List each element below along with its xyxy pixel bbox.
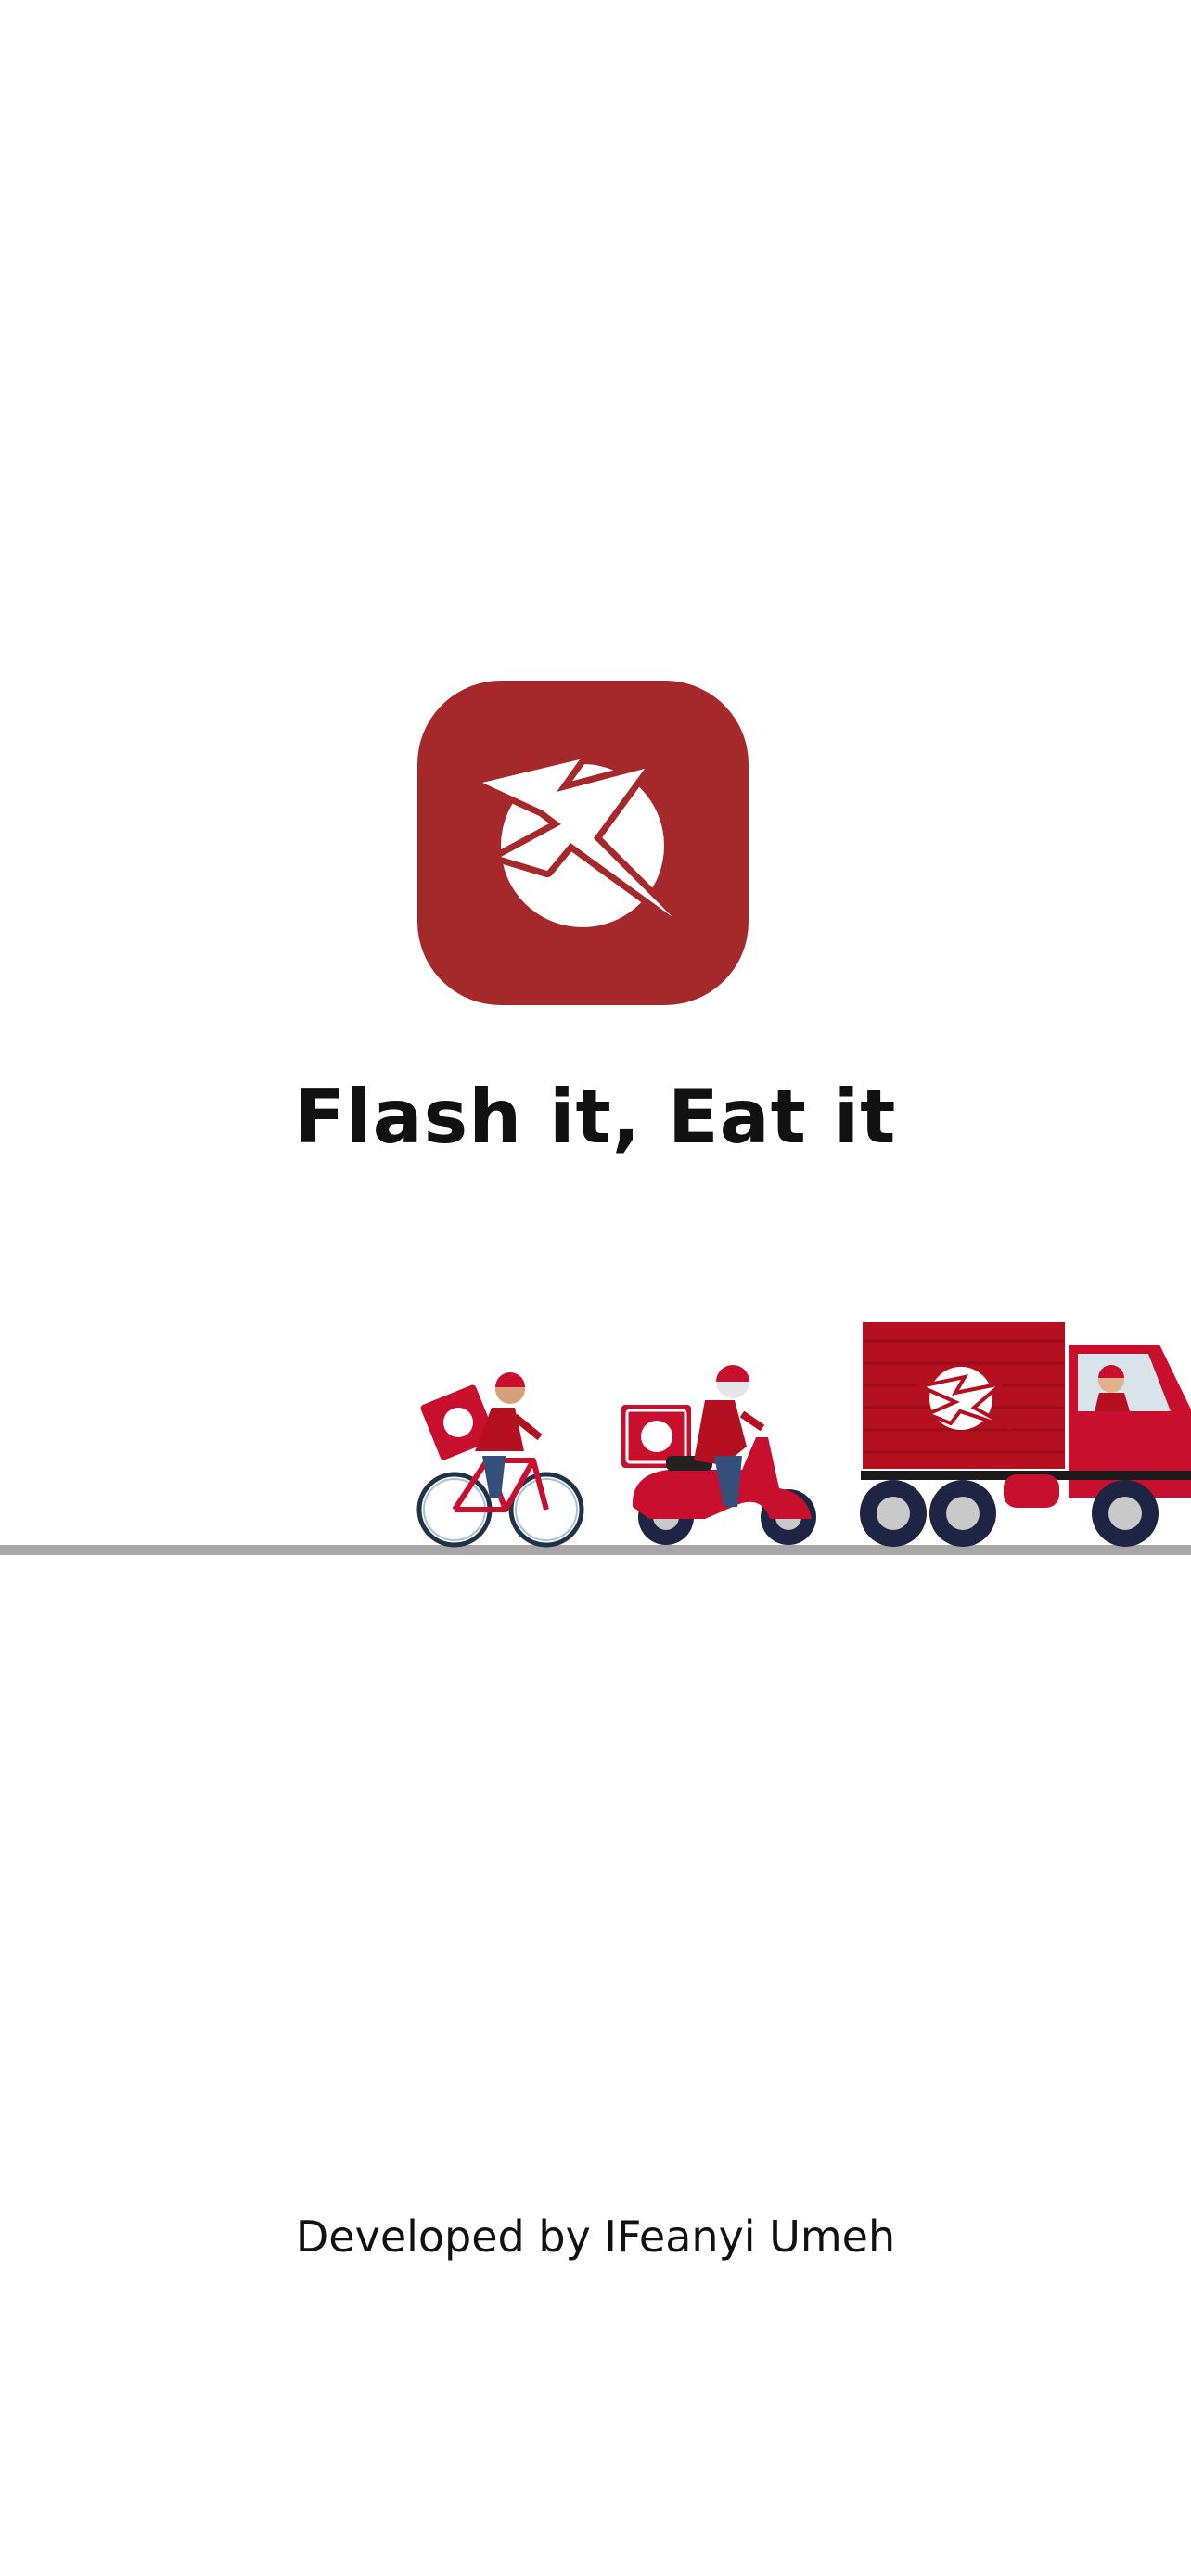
road-line [0, 1545, 1191, 1555]
app-logo [417, 681, 749, 1005]
lightning-bolt-plate-icon [476, 753, 679, 927]
splash-screen: Flash it, Eat it Developed by IFeanyi Um… [0, 0, 1191, 2576]
developer-credit: Developed by IFeanyi Umeh [295, 2212, 896, 2262]
delivery-illustration [0, 1298, 1191, 1576]
delivery-truck-icon [860, 1322, 1191, 1547]
bicycle-courier-icon [416, 1372, 584, 1548]
tagline: Flash it, Eat it [294, 1074, 897, 1160]
scooter-courier-icon [621, 1365, 816, 1545]
